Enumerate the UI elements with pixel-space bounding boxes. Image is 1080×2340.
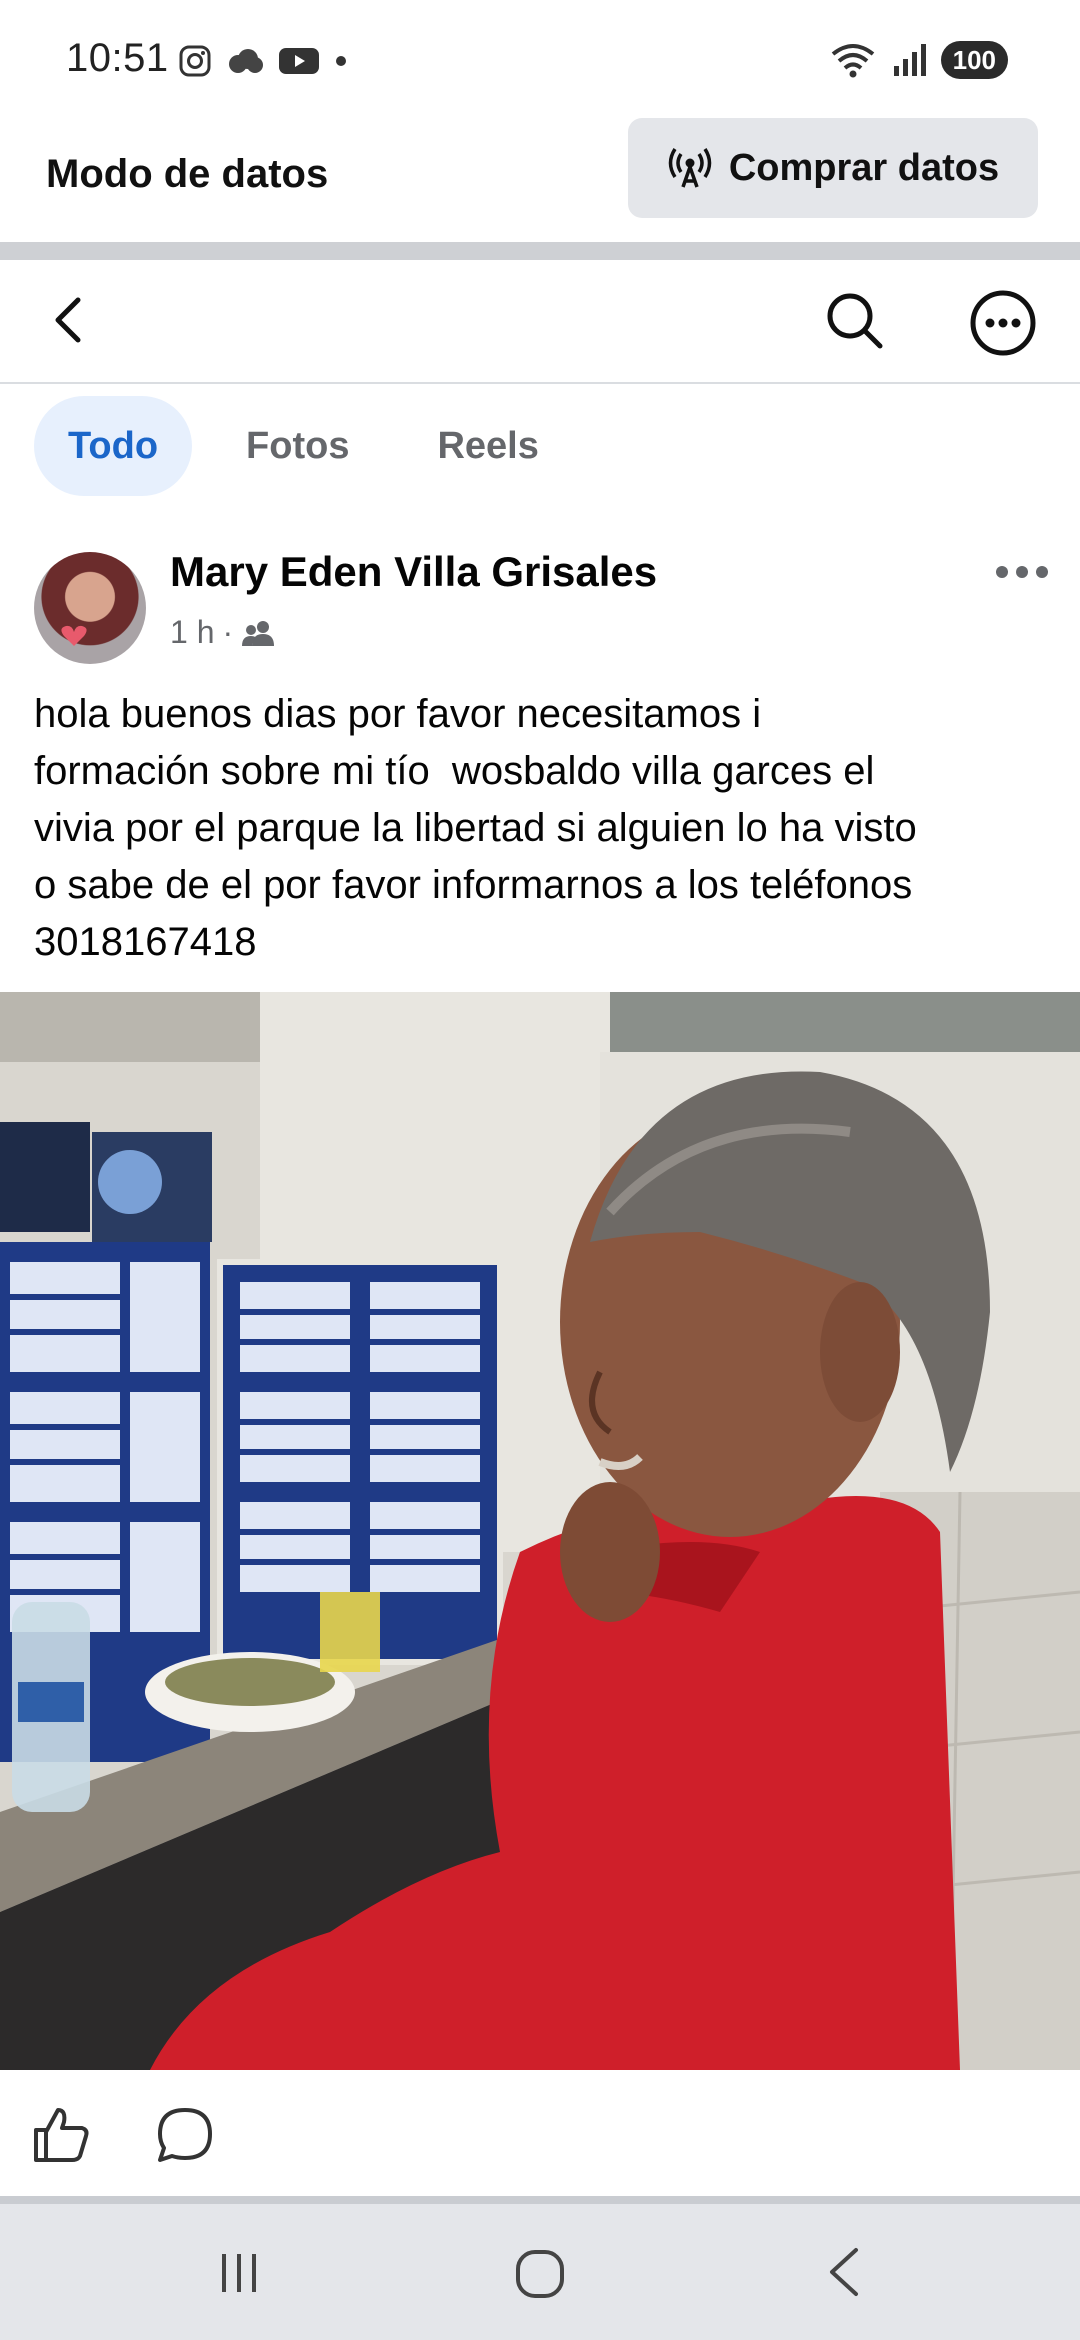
like-icon[interactable] <box>30 2104 92 2166</box>
meta-separator: · <box>222 614 234 650</box>
comment-icon[interactable] <box>154 2104 216 2166</box>
buy-data-button[interactable]: Comprar datos <box>628 118 1038 218</box>
tab-reels[interactable]: Reels <box>403 396 572 496</box>
post-meta: 1 h · <box>170 614 277 651</box>
buy-data-label: Comprar datos <box>728 146 1000 189</box>
filter-tabs: Todo Fotos Reels <box>34 396 573 496</box>
bottom-divider <box>0 2196 1080 2204</box>
back-arrow-icon[interactable] <box>40 290 100 350</box>
wifi-icon <box>831 44 874 78</box>
post-options-dot-icon <box>996 566 1008 578</box>
status-notification-icons <box>178 44 348 78</box>
recent-apps-icon[interactable] <box>214 2248 264 2298</box>
status-system-icons: 100 <box>829 40 1008 80</box>
post-text: hola buenos dias por favor necesitamos i… <box>34 692 917 964</box>
broadcast-icon <box>668 148 712 188</box>
home-icon[interactable] <box>514 2248 566 2300</box>
data-mode-banner: Modo de datos Comprar datos <box>0 118 1080 242</box>
tab-fotos[interactable]: Fotos <box>212 396 383 496</box>
top-nav-bar <box>0 260 1080 384</box>
friends-icon <box>242 620 275 646</box>
youtube-icon <box>279 48 319 74</box>
avatar-heart-icon <box>61 625 87 646</box>
post-author-name[interactable]: Mary Eden Villa Grisales <box>170 548 657 596</box>
post-options-dot-icon <box>1036 566 1048 578</box>
battery-indicator: 100 <box>940 41 1008 79</box>
nav-back-icon[interactable] <box>820 2244 870 2300</box>
post-options-dot-icon <box>1016 566 1028 578</box>
post-time[interactable]: 1 h <box>170 614 214 651</box>
search-icon[interactable] <box>822 288 888 354</box>
post-photo[interactable] <box>0 992 1080 2070</box>
banner-divider <box>0 242 1080 260</box>
signal-icon <box>893 44 926 76</box>
post-actions-bar <box>0 2070 1080 2198</box>
status-bar: 10:51 100 <box>0 0 1080 118</box>
post-photo-illustration <box>0 992 1080 2070</box>
avatar[interactable] <box>34 552 146 664</box>
dot-icon <box>336 56 346 66</box>
data-mode-label: Modo de datos <box>46 152 329 196</box>
instagram-icon <box>179 45 211 77</box>
more-options-icon[interactable] <box>968 288 1038 358</box>
post-options-button[interactable] <box>996 560 1052 584</box>
tab-todo[interactable]: Todo <box>34 396 193 496</box>
android-nav-bar <box>0 2204 1080 2340</box>
cloud-icon <box>229 49 263 73</box>
status-time: 10:51 <box>66 36 169 80</box>
